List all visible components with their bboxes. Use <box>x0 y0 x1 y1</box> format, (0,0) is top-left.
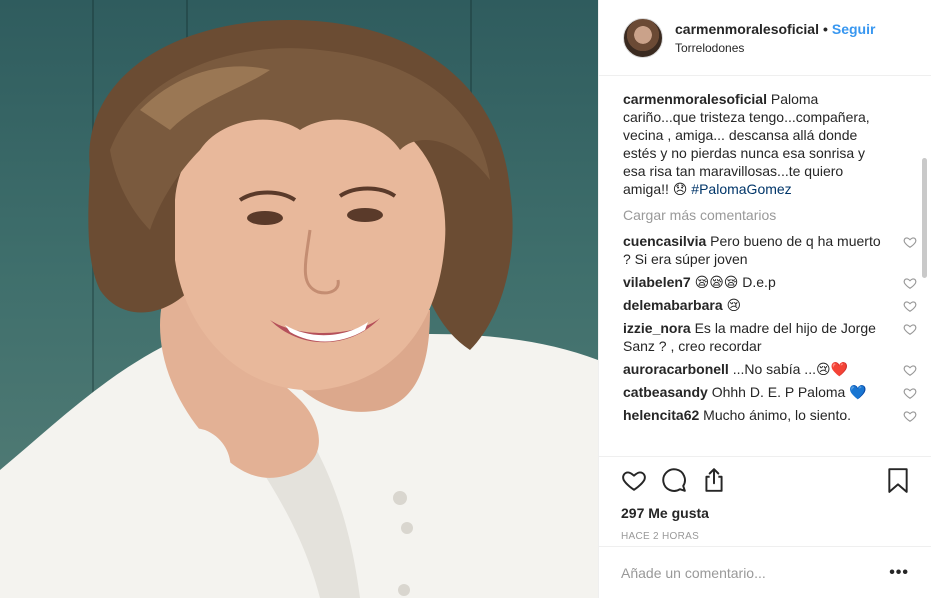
post-side-panel: carmenmoralesoficial • Seguir Torrelodon… <box>598 0 931 598</box>
comment-item: auroracarbonell ...No sabía ...😢❤️ <box>623 360 917 378</box>
post-header: carmenmoralesoficial • Seguir Torrelodon… <box>599 0 931 76</box>
comment-heart-icon[interactable] <box>903 409 917 423</box>
comment-item: izzie_nora Es la madre del hijo de Jorge… <box>623 319 917 355</box>
comment-username[interactable]: vilabelen7 <box>623 274 691 290</box>
comment-username[interactable]: catbeasandy <box>623 384 708 400</box>
avatar[interactable] <box>623 17 663 58</box>
comment-username[interactable]: delemabarbara <box>623 297 723 313</box>
share-icon[interactable] <box>701 467 727 493</box>
comment-heart-icon[interactable] <box>903 299 917 313</box>
likes-count[interactable]: 297 Me gusta <box>621 505 911 521</box>
comment-text: ...No sabía ...😢❤️ <box>732 361 849 377</box>
comment-item: helencita62 Mucho ánimo, lo siento. <box>623 406 917 424</box>
instagram-post: carmenmoralesoficial • Seguir Torrelodon… <box>0 0 931 598</box>
comment-text: 😢 <box>726 297 742 313</box>
post-caption: carmenmoralesoficial Paloma cariño...que… <box>623 90 891 198</box>
load-more-comments-button[interactable]: Cargar más comentarios <box>623 206 891 224</box>
location-link[interactable]: Torrelodones <box>675 41 875 55</box>
comment-text: 😪😪😪 D.e.p <box>694 274 776 290</box>
comment-username[interactable]: helencita62 <box>623 407 699 423</box>
post-photo[interactable] <box>0 0 598 598</box>
comment-heart-icon[interactable] <box>903 322 917 336</box>
comment-heart-icon[interactable] <box>903 386 917 400</box>
comment-username[interactable]: cuencasilvia <box>623 233 706 249</box>
heart-icon[interactable] <box>621 467 647 493</box>
comment-item: vilabelen7 😪😪😪 D.e.p <box>623 273 917 291</box>
action-bar <box>621 457 911 503</box>
bookmark-icon[interactable] <box>885 467 911 493</box>
comment-item: delemabarbara 😢 <box>623 296 917 314</box>
add-comment-input[interactable]: Añade un comentario... <box>621 565 889 581</box>
comment-icon[interactable] <box>661 467 687 493</box>
caption-hashtag[interactable]: #PalomaGomez <box>691 181 791 197</box>
more-options-icon[interactable]: ••• <box>889 564 909 582</box>
follow-button[interactable]: Seguir <box>832 21 876 37</box>
separator-dot: • <box>822 20 828 37</box>
author-username[interactable]: carmenmoralesoficial <box>675 21 819 37</box>
comments-list[interactable]: carmenmoralesoficial Paloma cariño...que… <box>599 76 931 456</box>
header-line: carmenmoralesoficial • Seguir <box>675 21 875 37</box>
comment-item: cuencasilvia Pero bueno de q ha muerto ?… <box>623 232 917 268</box>
post-timestamp[interactable]: HACE 2 HORAS <box>621 531 911 542</box>
post-actions-area: 297 Me gusta HACE 2 HORAS <box>599 456 931 542</box>
comment-heart-icon[interactable] <box>903 363 917 377</box>
comment-item: catbeasandy Ohhh D. E. P Paloma 💙 <box>623 383 917 401</box>
comment-username[interactable]: izzie_nora <box>623 320 691 336</box>
comment-heart-icon[interactable] <box>903 276 917 290</box>
add-comment-bar: Añade un comentario... ••• <box>599 546 931 598</box>
header-text: carmenmoralesoficial • Seguir Torrelodon… <box>675 21 875 55</box>
comment-text: Mucho ánimo, lo siento. <box>703 407 852 423</box>
comment-username[interactable]: auroracarbonell <box>623 361 729 377</box>
comment-heart-icon[interactable] <box>903 235 917 249</box>
portrait-illustration <box>0 20 598 598</box>
comments-scrollbar[interactable] <box>922 158 927 278</box>
caption-username[interactable]: carmenmoralesoficial <box>623 91 767 107</box>
comment-text: Ohhh D. E. P Paloma 💙 <box>711 384 867 400</box>
